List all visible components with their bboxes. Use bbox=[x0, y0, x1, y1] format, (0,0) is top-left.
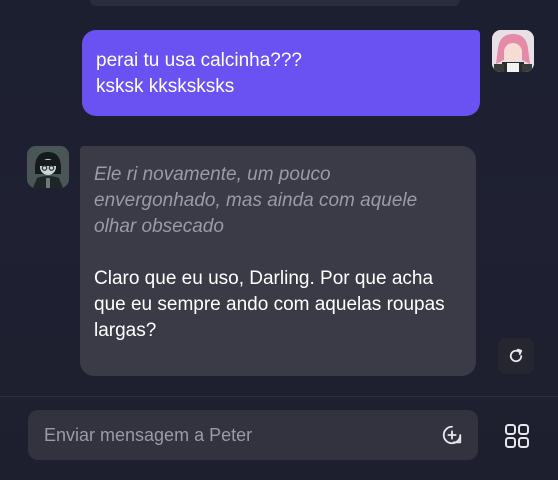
user-avatar[interactable] bbox=[492, 30, 534, 72]
bot-avatar[interactable] bbox=[27, 146, 69, 188]
user-message-line-1: perai tu usa calcinha??? bbox=[96, 50, 302, 71]
bot-reply-text: Claro que eu uso, Darling. Por que acha … bbox=[94, 268, 445, 341]
bot-avatar-image bbox=[27, 146, 69, 188]
bot-action-text: Ele ri novamente, um pouco envergonhado,… bbox=[94, 164, 418, 237]
message-composer bbox=[28, 410, 478, 460]
add-circle-icon[interactable] bbox=[440, 423, 464, 447]
apps-button[interactable] bbox=[502, 421, 532, 451]
regenerate-button[interactable] bbox=[498, 338, 534, 374]
message-input[interactable] bbox=[44, 424, 440, 446]
user-avatar-image bbox=[492, 30, 534, 72]
bot-message-bubble: Ele ri novamente, um pouco envergonhado,… bbox=[80, 146, 476, 376]
grid-icon bbox=[505, 424, 529, 448]
previous-message-edge bbox=[90, 0, 460, 6]
composer-divider bbox=[0, 396, 558, 397]
refresh-icon bbox=[509, 348, 523, 363]
user-message-bubble: perai tu usa calcinha??? ksksk kksksksks bbox=[82, 30, 480, 116]
user-message-line-2: ksksk kksksksks bbox=[96, 76, 235, 97]
